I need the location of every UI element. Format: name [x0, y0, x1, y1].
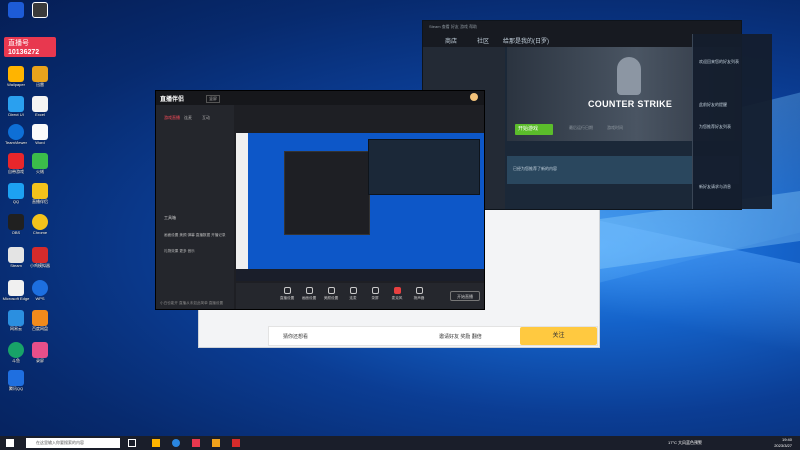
stream-preview[interactable] [236, 133, 484, 281]
soldier-icon [617, 57, 641, 95]
app-taskbar-icon[interactable] [212, 439, 220, 447]
desktop-icon[interactable]: Excel [26, 96, 54, 117]
windows-start-icon[interactable] [6, 439, 14, 447]
live-settings-button[interactable]: 直播设置 [276, 287, 298, 301]
menu-item[interactable]: 帮助 [469, 24, 477, 29]
preview-desktop-strip [236, 133, 248, 269]
tool-item[interactable]: 画面设置 [164, 233, 178, 237]
live-id-label: 直播号 [8, 40, 29, 47]
app-taskbar-icon[interactable] [232, 439, 240, 447]
companion-titlebar: 直播伴侣 竖屏 [156, 91, 484, 105]
clock[interactable]: 19:40 2023/3/27 [774, 437, 792, 449]
playtime: 游戏时间 [607, 125, 623, 130]
avatar[interactable] [470, 93, 478, 101]
mode-badge[interactable]: 竖屏 [206, 95, 220, 103]
companion-sidebar: 游戏直播 连麦 互动 工具箱 画面设置 美颜 弹幕 直播数据 开播记录 礼物效果… [156, 105, 234, 309]
tool-item[interactable]: 礼物效果 [164, 249, 178, 253]
desktop-icon[interactable]: WPS [26, 280, 54, 301]
last-played: 最后运行日期 [569, 125, 593, 130]
companion-taskbar-icon[interactable] [192, 439, 200, 447]
nav-community[interactable]: 社区 [477, 36, 489, 45]
play-button[interactable]: 开始游戏 [515, 124, 553, 135]
steam-titlebar: Steam 查看 好友 游戏 帮助 [423, 21, 741, 33]
steam-menu: Steam 查看 好友 游戏 帮助 [429, 24, 477, 30]
tab-game-live[interactable]: 游戏直播 [164, 115, 180, 121]
start-live-button[interactable]: 开始直播 [450, 291, 480, 301]
tool-item[interactable]: 音乐 [188, 249, 195, 253]
desktop-icon[interactable] [26, 2, 54, 18]
panel-line: 为您推荐好友列表 [699, 124, 731, 129]
screen-settings-button[interactable]: 画面设置 [298, 287, 320, 301]
desktop-icon[interactable]: 录屏 [26, 342, 54, 363]
tool-item[interactable]: 直播数据 [196, 233, 210, 237]
tool-item[interactable]: 美颜 [179, 233, 186, 237]
desktop-icon[interactable]: Word [26, 124, 54, 145]
desktop-icon[interactable]: 百度网盘 [26, 310, 54, 331]
companion-footer: 小白也能开 直播从未如此简单 直播设置 [160, 301, 224, 305]
follow-button[interactable]: 关注 [520, 327, 597, 345]
tool-grid: 画面设置 美颜 弹幕 直播数据 开播记录 礼物效果 更多 音乐 [164, 227, 228, 259]
bottom-label: 猜你还想看 [283, 334, 309, 340]
nav-profile[interactable]: 给那是我的(日罗) [503, 36, 549, 45]
tab-link[interactable]: 连麦 [184, 115, 192, 121]
taskbar: 在这里输入你要搜索的内容 17°C 大风蓝色预警 19:40 2023/3/27 [0, 436, 800, 450]
friends-panel[interactable]: 欢迎回来您的好友列表 此前好友的提醒 为您推荐好友列表 新好友请求与消息 [692, 34, 772, 209]
desktop-icon[interactable]: 直播伴侣 [26, 183, 54, 204]
desktop-icon[interactable]: 小鸡模拟器 [26, 247, 54, 268]
panel-line: 此前好友的提醒 [699, 102, 727, 107]
menu-item[interactable]: Steam [429, 24, 441, 29]
beauty-button[interactable]: 美颜设置 [320, 287, 342, 301]
menu-item[interactable]: 查看 [442, 24, 450, 29]
companion-brand: 直播伴侣 [160, 97, 185, 103]
panel-line: 新好友请求与消息 [699, 184, 731, 189]
desktop-icon[interactable]: 火绒 [26, 153, 54, 174]
mic-button[interactable]: 麦克风 [386, 287, 408, 301]
companion-toolbar: 直播设置 画面设置 美颜设置 连麦 录屏 麦克风 扬声器 开始直播 [236, 283, 484, 309]
preview-steam-window [368, 139, 480, 195]
menu-item[interactable]: 游戏 [460, 24, 468, 29]
speaker-button[interactable]: 扬声器 [408, 287, 430, 301]
news-text: 已经为您推荐了新的内容 [513, 166, 557, 171]
desktop-icon[interactable]: 迅雷 [26, 66, 54, 87]
preview-companion-window [284, 151, 370, 235]
weather-label[interactable]: 17°C 大风蓝色预警 [668, 440, 702, 446]
link-mic-button[interactable]: 连麦 [342, 287, 364, 301]
tool-item[interactable]: 更多 [179, 249, 186, 253]
preview-taskbar [236, 269, 484, 281]
explorer-icon[interactable] [152, 439, 160, 447]
desktop-icon[interactable]: Chrome [26, 214, 54, 235]
live-id-card[interactable]: 直播号 10136272 [4, 37, 56, 57]
tab-interact[interactable]: 互动 [202, 115, 210, 121]
stream-companion-window[interactable]: 直播伴侣 竖屏 游戏直播 连麦 互动 工具箱 画面设置 美颜 弹幕 直播数据 开… [155, 90, 485, 310]
record-button[interactable]: 录屏 [364, 287, 386, 301]
promo-label: 邀请好友 奖励 翻倍 [439, 334, 482, 340]
game-logo: COUNTER STRIKE [588, 99, 673, 109]
steam-taskbar-icon[interactable] [172, 439, 180, 447]
nav-store[interactable]: 商店 [445, 36, 457, 45]
task-view-icon[interactable] [128, 439, 136, 447]
toolbox-label: 工具箱 [164, 215, 176, 220]
clock-date: 2023/3/27 [774, 443, 792, 448]
live-id-number: 10136272 [8, 49, 40, 56]
tool-item[interactable]: 开播记录 [211, 233, 225, 237]
tool-item[interactable]: 弹幕 [188, 233, 195, 237]
panel-line: 欢迎回来您的好友列表 [699, 59, 739, 64]
menu-item[interactable]: 好友 [451, 24, 459, 29]
taskbar-search-input[interactable]: 在这里输入你要搜索的内容 [26, 438, 120, 448]
desktop-icon[interactable]: 腾讯QQ [2, 370, 30, 391]
